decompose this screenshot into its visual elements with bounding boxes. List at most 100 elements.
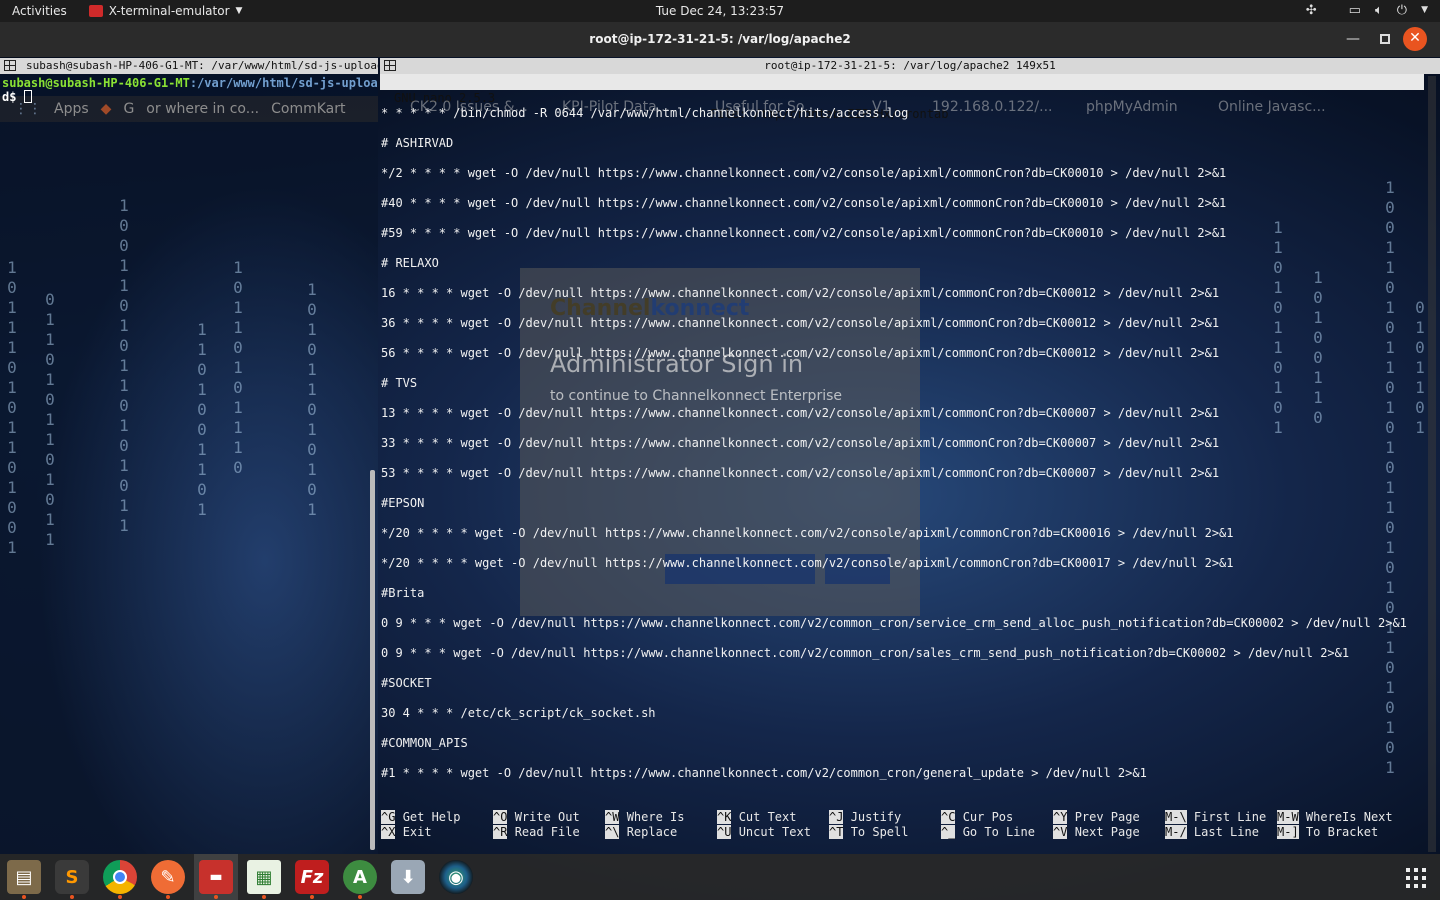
nano-title-bar: GNU nano 2.5.3 File: /tmp/crontab.EZPUHx… [380,74,1424,121]
left-pane-title: subash@subash-HP-406-G1-MT: /var/www/htm… [26,59,378,72]
shortcut-label: Read File [514,825,580,839]
chevron-down-icon: ▼ [235,6,243,16]
maximize-button[interactable] [1380,34,1390,44]
shortcut-label: WhereIs Next [1305,810,1393,824]
shortcut-label: Go To Line [962,825,1035,839]
shortcut-label: Last Line [1193,825,1259,839]
digit-rain: 1 1 0 1 0 0 1 1 0 1 [197,320,207,519]
top-bar: Activities X-terminal-emulator ▼ Tue Dec… [0,0,1440,22]
shortcut-label: Replace [626,825,678,839]
shortcut-label: Next Page [1074,825,1140,839]
bookmark-search: or where in co... [146,101,260,117]
digit-rain: 1 0 1 1 1 0 1 0 1 1 0 1 0 0 1 [7,258,17,557]
app-menu[interactable]: X-terminal-emulator ▼ [88,4,243,18]
chevron-down-icon: ▼ [1421,5,1428,15]
shortcut-label: To Spell [850,825,909,839]
google-icon: G [123,101,135,117]
shortcut-label: Uncut Text [738,825,811,839]
crontab-line: 33 * * * * wget -O /dev/null https://www… [381,436,1220,450]
shortcut-key: ^_ [941,825,956,839]
dropbox-icon[interactable]: ✣ [1306,3,1317,18]
shortcut-key: ^K [717,810,732,824]
terminal-icon[interactable]: ▬ [199,860,233,899]
ghost-bookmarks-bar: ⋮⋮ Apps ◆ G or where in co... CommKart [0,96,378,122]
postman-icon[interactable]: ✎ [151,860,185,899]
shortcut-group: ^C Cur Pos ^_ Go To Line [941,810,1035,840]
right-terminal[interactable]: GNU nano 2.5.3 File: /tmp/crontab.EZPUHx… [380,74,1440,854]
terminal-prompt-line: d$ [2,90,32,104]
digit-rain: 1 0 0 1 1 0 1 0 1 1 0 1 0 1 0 1 1 [119,196,129,535]
shortcut-label: Cur Pos [962,810,1014,824]
shortcut-label: To Bracket [1305,825,1379,839]
crontab-line: * * * * * /bin/chmod -R 0644 /var/www/ht… [381,106,909,120]
ghost-bookmark: Online Javasc... [1218,99,1326,115]
right-pane-header[interactable]: root@ip-172-31-21-5: /var/log/apache2 14… [380,58,1440,74]
digit-rain: 0 1 1 0 1 0 1 1 0 1 0 1 1 [45,290,55,549]
terminal-background [0,122,378,854]
left-scrollbar[interactable] [370,470,375,850]
show-applications-icon[interactable] [1406,868,1426,888]
gitlab-icon: ◆ [100,101,112,117]
shortcut-key: ^X [381,825,396,839]
crontab-comment: # RELAXO [381,256,439,270]
ghost-bookmark: phpMyAdmin [1086,99,1178,115]
terminal-cursor [23,90,32,103]
shortcut-key: ^J [829,810,844,824]
shortcut-key: ^R [493,825,508,839]
shortcut-key: ^Y [1053,810,1068,824]
crontab-line: #59 * * * * wget -O /dev/null https://ww… [381,226,1227,240]
spreadsheet-icon[interactable]: ▦ [247,860,281,899]
running-indicator [70,895,74,899]
terminal-app-icon [88,5,103,17]
shortcut-key: M-] [1277,825,1299,839]
screenshot-tool-icon[interactable]: ◉ [439,860,473,894]
left-pane-header[interactable]: subash@subash-HP-406-G1-MT: /var/www/htm… [0,58,378,74]
android-studio-icon[interactable]: A [343,860,377,899]
running-indicator [214,895,218,899]
shortcut-label: Justify [850,810,902,824]
app-menu-label: X-terminal-emulator [108,4,230,18]
right-pane-title: root@ip-172-31-21-5: /var/log/apache2 14… [764,59,1056,72]
files-icon[interactable]: ▤ [7,860,41,899]
shortcut-key: ^V [1053,825,1068,839]
digit-rain: 1 0 1 1 0 1 0 1 1 1 0 [233,258,243,477]
shortcut-key: ^O [493,810,508,824]
filezilla-icon[interactable]: Fz [295,860,329,899]
right-scrollbar[interactable] [1428,76,1436,852]
crontab-comment: #SOCKET [381,676,432,690]
bookmark-apps: Apps [54,101,89,117]
shortcut-key: M-\ [1165,810,1187,824]
running-indicator [22,895,26,899]
crontab-line: */20 * * * * wget -O /dev/null https://w… [381,526,1234,540]
left-terminal[interactable]: ⋮⋮ Apps ◆ G or where in co... CommKart s… [0,74,378,854]
power-icon: ⏻ [1396,3,1408,18]
crontab-comment: #COMMON_APIS [381,736,468,750]
shortcut-group: ^W Where Is ^\ Replace [605,810,684,840]
shortcut-key: M-W [1277,810,1299,824]
sublime-text-icon[interactable]: S [55,860,89,899]
shortcut-label: First Line [1193,810,1267,824]
chrome-icon[interactable] [103,860,137,899]
crontab-comment: # TVS [381,376,418,390]
crontab-comment: #EPSON [381,496,425,510]
split-pane-icon [384,60,396,71]
shortcut-group: ^G Get Help ^X Exit [381,810,460,840]
shortcut-key: M-/ [1165,825,1187,839]
window-title: root@ip-172-31-21-5: /var/log/apache2 [589,32,851,46]
window-title-bar[interactable]: root@ip-172-31-21-5: /var/log/apache2 — … [0,22,1440,57]
signin-subtitle: to continue to Channelkonnect Enterprise [550,388,842,404]
shortcut-label: Get Help [402,810,461,824]
shortcut-key: ^W [605,810,620,824]
volume-icon: 🔈︎ [1374,3,1383,18]
digit-rain: 1 0 1 0 1 1 0 1 0 1 0 1 [307,280,317,519]
activities-button[interactable]: Activities [0,4,79,18]
system-tray[interactable]: ✣ ▭ 🔈︎ ⏻ ▼ [1306,3,1428,18]
crontab-line: 53 * * * * wget -O /dev/null https://www… [381,466,1220,480]
software-updater-icon[interactable]: ⬇ [391,860,425,894]
minimize-button[interactable]: — [1346,31,1360,47]
clock[interactable]: Tue Dec 24, 13:23:57 [656,4,784,18]
shortcut-key: ^C [941,810,956,824]
crontab-line: #40 * * * * wget -O /dev/null https://ww… [381,196,1227,210]
running-indicator [262,895,266,899]
close-button[interactable]: ✕ [1403,27,1427,51]
